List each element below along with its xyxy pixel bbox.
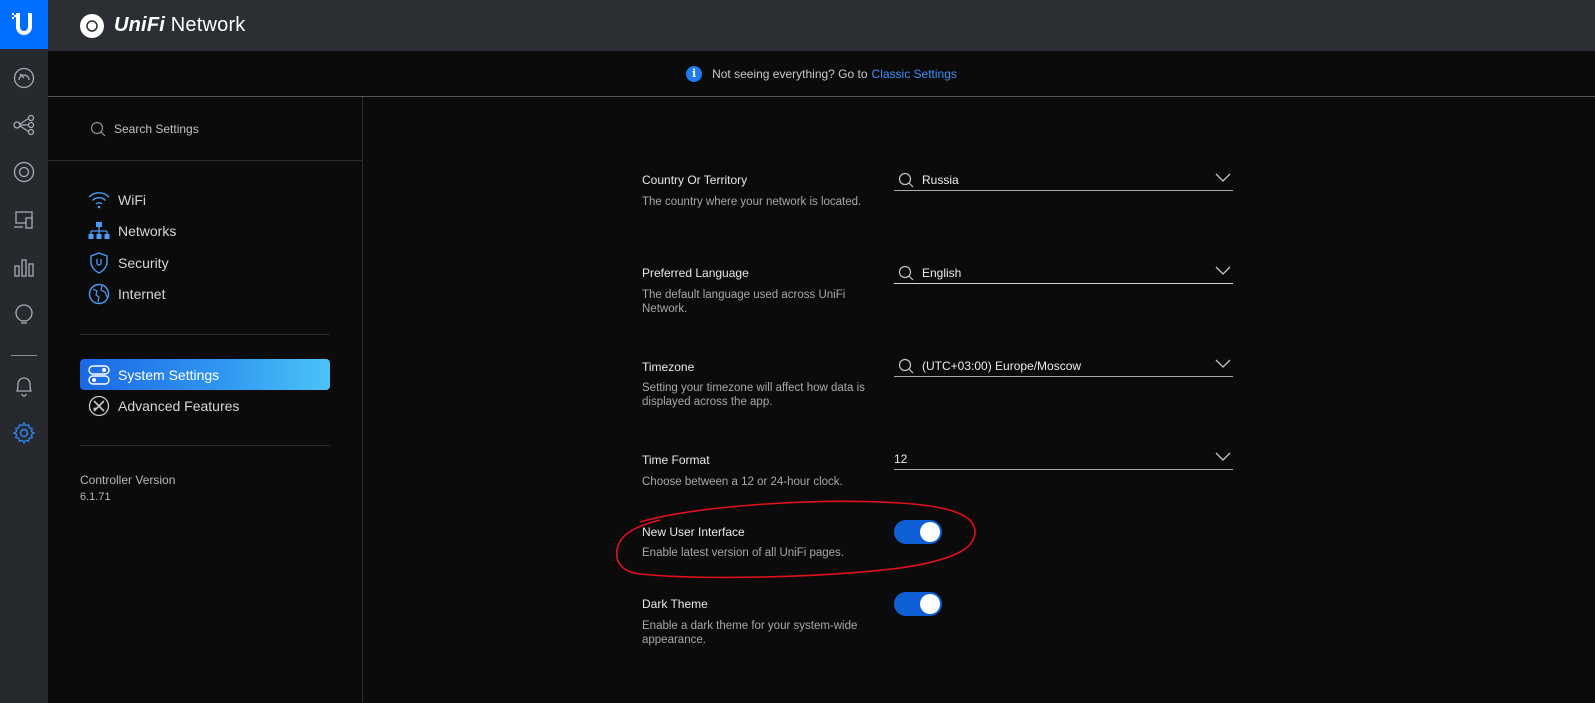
timezone-select[interactable]: (UTC+03:00) Europe/Moscow (894, 355, 1233, 377)
sidebar-item-networks[interactable]: Networks (80, 216, 330, 246)
rail-divider (11, 355, 37, 356)
search-settings[interactable]: Search Settings (48, 97, 363, 161)
toggle-knob (920, 594, 940, 614)
new-ui-toggle[interactable] (894, 520, 942, 544)
sidebar-item-label: Security (118, 255, 169, 271)
clients-icon[interactable] (11, 207, 37, 233)
language-title: Preferred Language (642, 266, 749, 280)
time-format-select[interactable]: 12 (894, 448, 1233, 470)
language-description: The default language used across UniFi N… (642, 289, 846, 315)
classic-settings-notice: i Not seeing everything? Go to Classic S… (48, 51, 1595, 97)
chevron-down-icon (1215, 358, 1231, 372)
sidebar-item-internet[interactable]: Internet (80, 279, 330, 309)
classic-settings-link[interactable]: Classic Settings (872, 67, 957, 81)
dark-theme-title: Dark Theme (642, 597, 708, 611)
new-ui-description: Enable latest version of all UniFi pages… (642, 547, 844, 559)
settings-sidebar: Search Settings WiFi Networks Security I… (48, 97, 363, 703)
topology-icon[interactable] (11, 112, 37, 138)
notice-text: Not seeing everything? Go to (712, 66, 868, 81)
dark-theme-description: Enable a dark theme for your system-wide… (642, 620, 858, 646)
alerts-icon[interactable] (11, 373, 37, 399)
chevron-down-icon (1215, 172, 1231, 186)
app-title-rest: Network (165, 14, 246, 36)
time-format-title: Time Format (642, 453, 710, 467)
sidebar-item-label: Internet (118, 286, 166, 302)
chevron-down-icon (1215, 451, 1231, 465)
sidebar-item-label: Networks (118, 223, 177, 239)
sidebar-divider (80, 445, 330, 446)
sidebar-item-label: WiFi (118, 192, 146, 208)
language-value: English (922, 265, 962, 280)
sidebar-divider (80, 334, 330, 335)
statistics-icon[interactable] (11, 254, 37, 280)
system-settings-icon (88, 364, 110, 386)
search-icon (898, 172, 914, 188)
insights-icon[interactable] (11, 301, 37, 327)
sidebar-item-system-settings[interactable]: System Settings (80, 359, 330, 390)
sidebar-item-security[interactable]: Security (80, 248, 330, 278)
ubiquiti-logo-icon[interactable] (0, 0, 48, 49)
dashboard-icon[interactable] (11, 65, 37, 91)
timezone-value: (UTC+03:00) Europe/Moscow (922, 358, 1082, 373)
globe-icon (88, 283, 110, 305)
country-select[interactable]: Russia (894, 169, 1233, 191)
country-description: The country where your network is locate… (642, 196, 862, 208)
controller-version-label: Controller Version (80, 473, 176, 487)
sidebar-item-label: System Settings (118, 366, 220, 383)
sidebar-item-wifi[interactable]: WiFi (80, 185, 330, 215)
app-title-brand: UniFi (114, 14, 165, 36)
sidebar-item-label: Advanced Features (118, 398, 240, 414)
search-placeholder: Search Settings (114, 121, 199, 136)
info-icon: i (686, 65, 703, 82)
wifi-icon (88, 189, 110, 211)
shield-icon (88, 252, 110, 274)
top-bar: UniFi Network (48, 0, 1595, 51)
dark-theme-toggle[interactable] (894, 592, 942, 616)
search-icon (898, 265, 914, 281)
devices-icon[interactable] (11, 159, 37, 185)
toggle-knob (920, 522, 940, 542)
search-icon (90, 121, 106, 136)
networks-icon (88, 220, 110, 242)
new-ui-title: New User Interface (642, 525, 745, 539)
unifi-logo-icon[interactable] (80, 13, 104, 38)
settings-icon[interactable] (11, 420, 37, 446)
icon-rail (0, 0, 48, 703)
app-title: UniFi Network (114, 14, 246, 37)
timezone-title: Timezone (642, 360, 695, 374)
chevron-down-icon (1215, 265, 1231, 279)
time-format-description: Choose between a 12 or 24-hour clock. (642, 476, 843, 488)
country-title: Country Or Territory (642, 173, 748, 187)
controller-version-value: 6.1.71 (80, 491, 111, 503)
search-icon (898, 358, 914, 374)
tools-icon (88, 395, 110, 417)
timezone-description: Setting your timezone will affect how da… (642, 382, 865, 408)
country-value: Russia (922, 172, 959, 187)
language-select[interactable]: English (894, 262, 1233, 284)
time-format-value: 12 (894, 451, 908, 466)
sidebar-item-advanced-features[interactable]: Advanced Features (80, 391, 330, 421)
